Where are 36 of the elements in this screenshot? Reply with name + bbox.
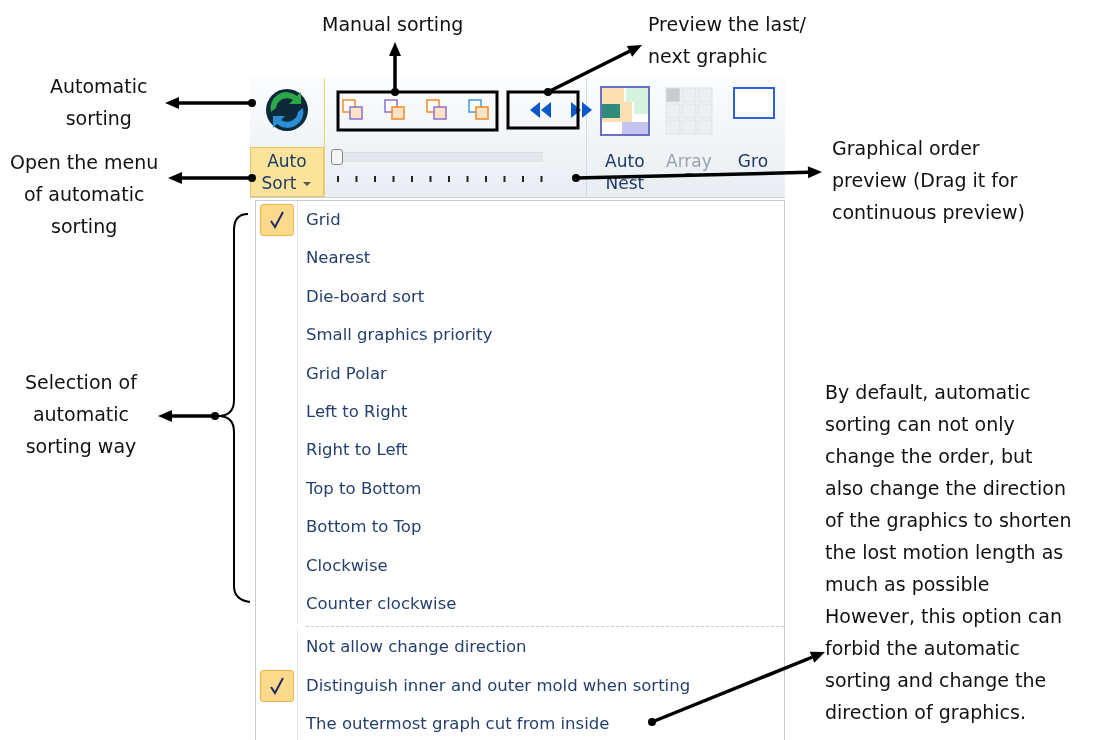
annotation-text: Automatic sorting bbox=[50, 74, 148, 131]
layers-icon bbox=[382, 98, 407, 122]
callout-arrow bbox=[389, 42, 401, 96]
callout-arrow bbox=[158, 410, 219, 422]
annotation-text: Open the menu of automatic sorting bbox=[10, 150, 159, 239]
annotation-text: Manual sorting bbox=[322, 12, 464, 37]
menu-item[interactable]: Grid Polar bbox=[256, 354, 784, 394]
layers-icon bbox=[340, 98, 365, 122]
layers-icon bbox=[466, 98, 491, 122]
annotation-text: Graphical order preview (Drag it for continuous preview) bbox=[832, 136, 1025, 225]
ribbon-button[interactable]: Gro bbox=[720, 78, 785, 197]
menu-item[interactable]: Die-board sort bbox=[256, 277, 784, 317]
checkbox[interactable] bbox=[259, 204, 294, 237]
annotation-text: By default, automatic sorting can not only change the order, but also change the direction of the graphics to shorten the lost motion length as much as possible However, this option can forbid the automatic sorting and change the direction of graphics. bbox=[825, 380, 1072, 725]
menu-item[interactable]: Left to Right bbox=[256, 393, 784, 432]
auto-sort-button[interactable]: Auto Sort bbox=[250, 147, 324, 197]
menu-item[interactable]: Counter clockwise bbox=[256, 585, 784, 624]
menu-item[interactable]: Bottom to Top bbox=[256, 508, 784, 547]
menu-item[interactable]: Grid bbox=[256, 201, 784, 240]
checkmark-icon bbox=[268, 677, 285, 696]
slider-thumb[interactable] bbox=[330, 149, 343, 165]
menu-item[interactable]: Small graphics priority bbox=[256, 316, 784, 355]
layers-icon bbox=[424, 98, 449, 122]
annotation-text: Selection of automatic sorting way bbox=[25, 370, 137, 459]
caret-icon bbox=[302, 181, 313, 187]
checkbox[interactable] bbox=[259, 670, 294, 703]
menu-item[interactable]: Right to Left bbox=[256, 431, 784, 470]
nest-icon bbox=[599, 86, 650, 136]
menu-item[interactable]: Clockwise bbox=[256, 546, 784, 586]
grid-icon bbox=[663, 86, 714, 136]
menu-item[interactable]: Top to Bottom bbox=[256, 469, 784, 509]
annotation-text: Preview the last/ next graphic bbox=[648, 12, 806, 69]
menu-item[interactable]: Nearest bbox=[256, 239, 784, 278]
checkmark-icon bbox=[268, 211, 285, 230]
menu-item[interactable]: Distinguish inner and outer mold when sorting bbox=[256, 667, 784, 706]
menu-item[interactable]: Not allow change direction bbox=[256, 628, 784, 668]
